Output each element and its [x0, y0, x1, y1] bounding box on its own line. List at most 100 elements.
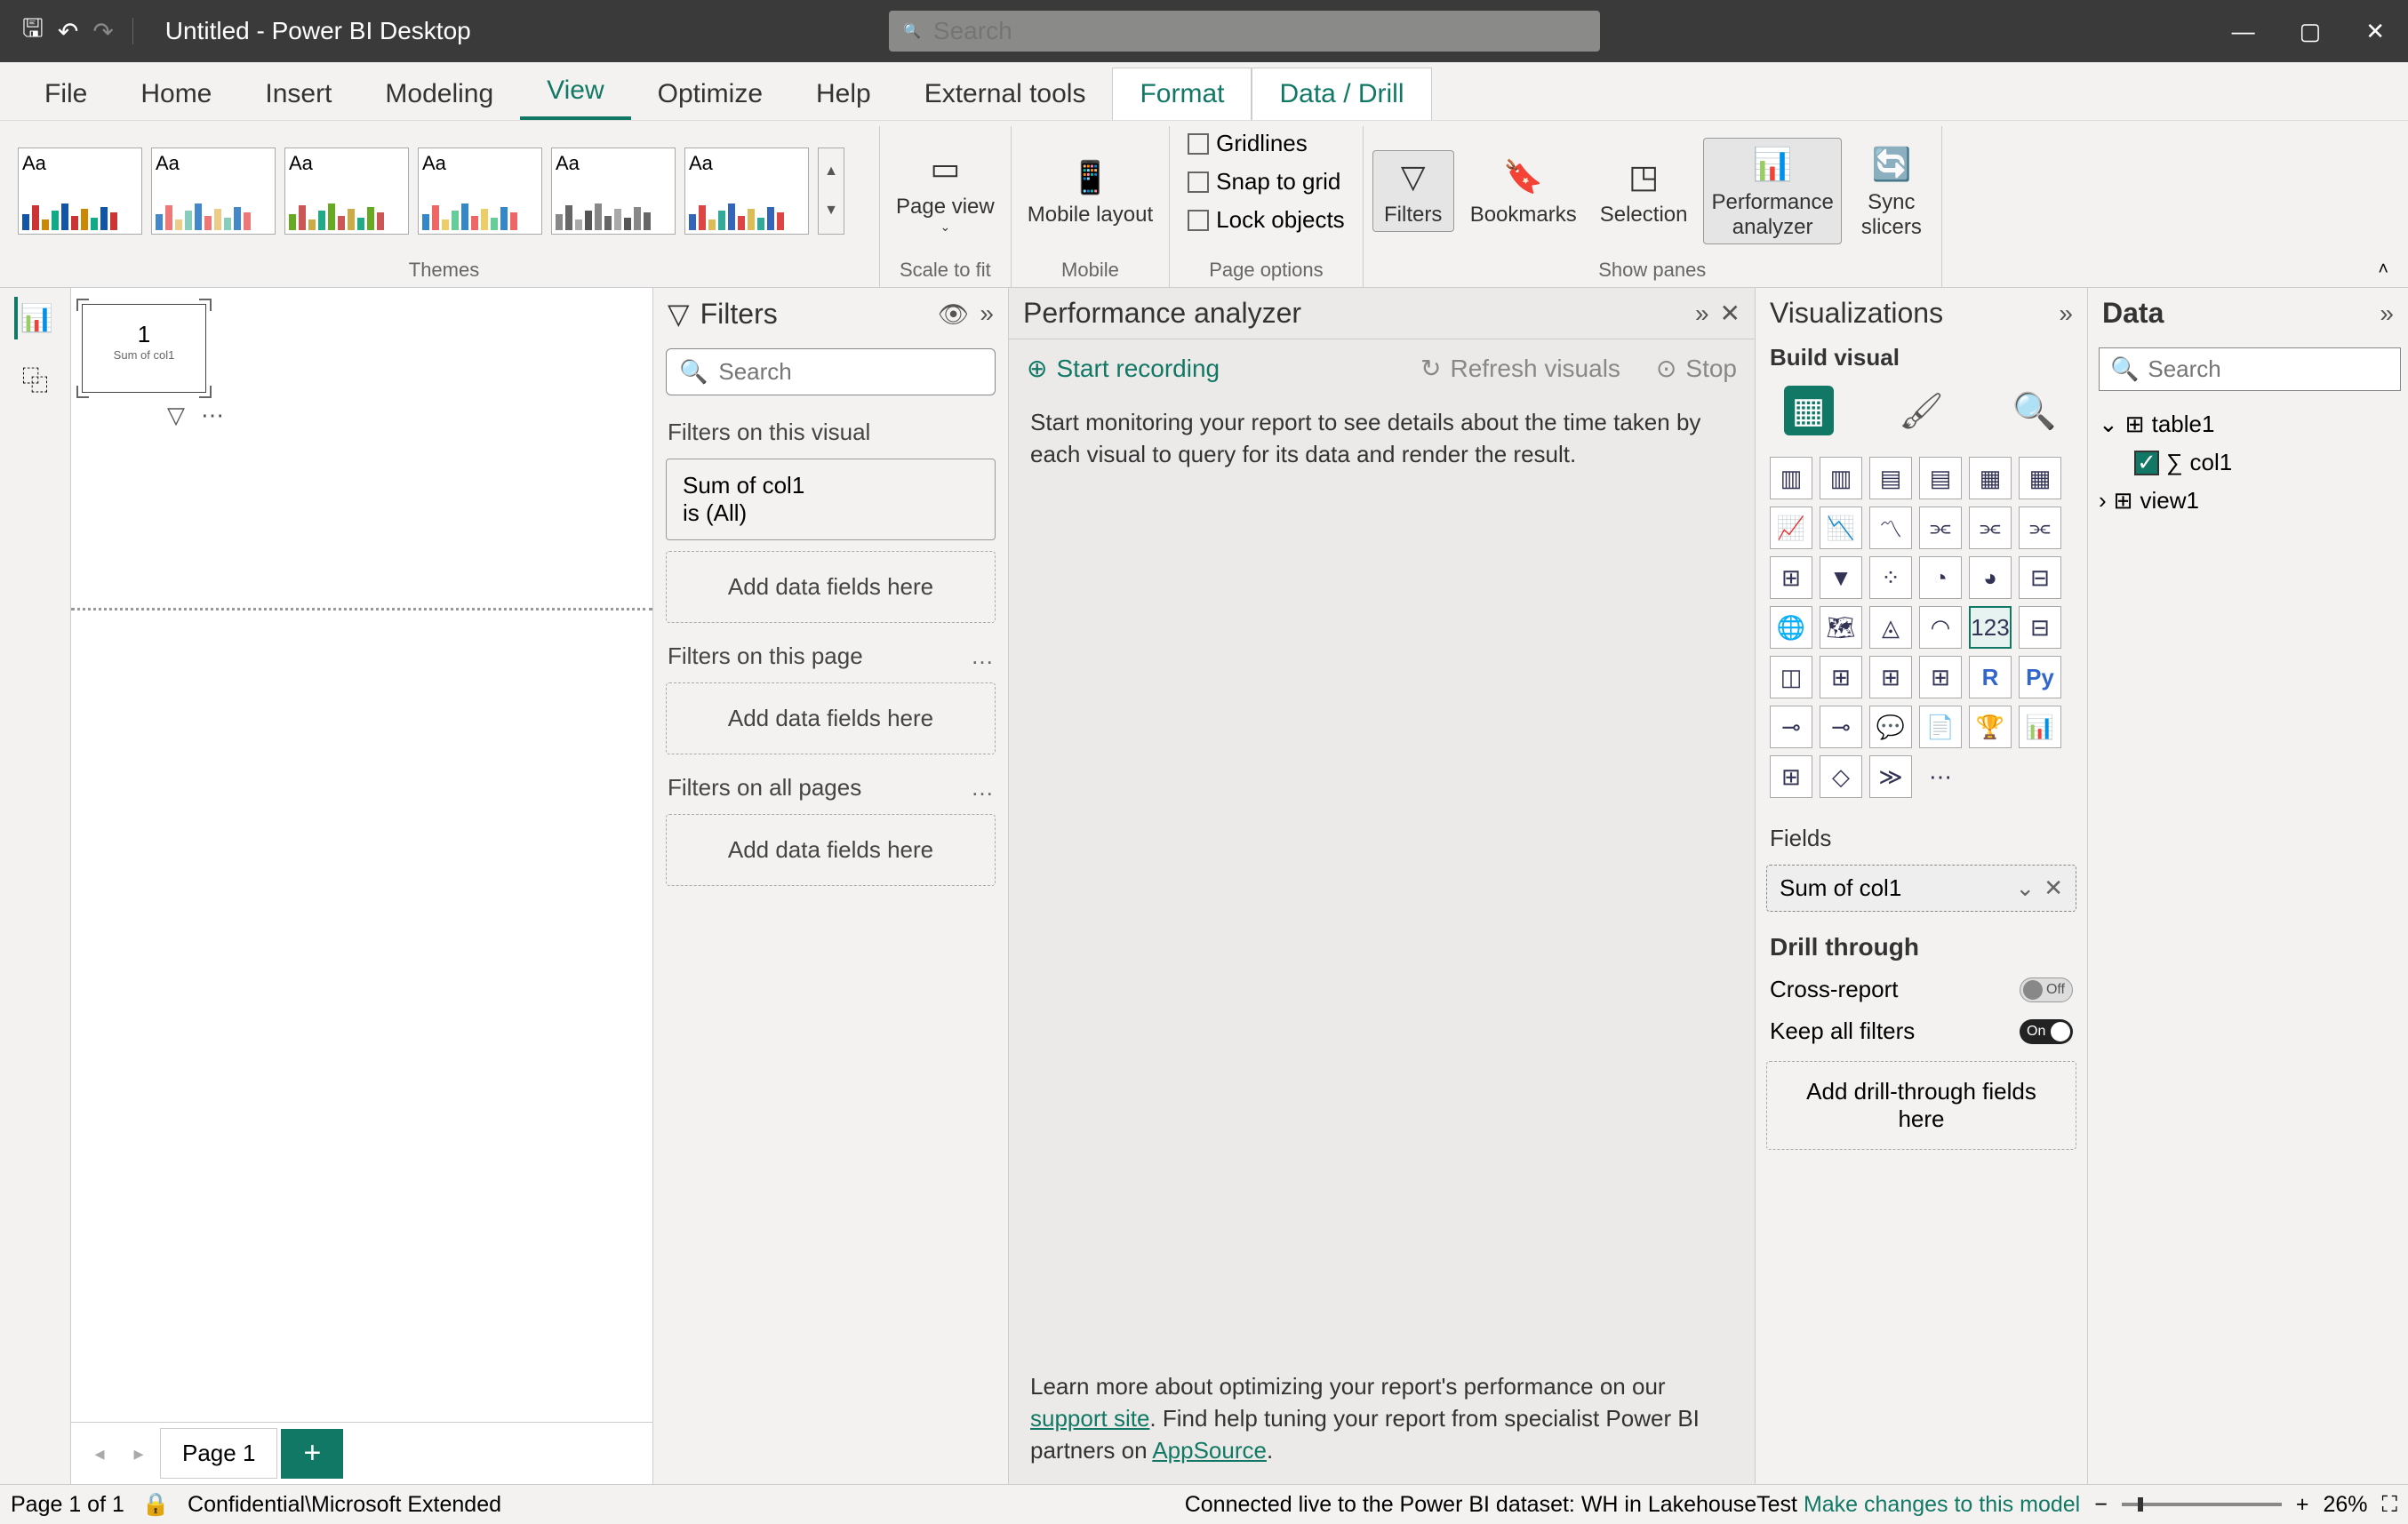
maximize-button[interactable]: ▢	[2300, 18, 2322, 45]
more-icon[interactable]: …	[971, 642, 994, 670]
filters-search-input[interactable]	[718, 358, 982, 386]
viz-type[interactable]: ▤	[1869, 457, 1912, 499]
tab-datadrill[interactable]: Data / Drill	[1252, 68, 1431, 120]
support-link[interactable]: support site	[1030, 1405, 1149, 1432]
title-search[interactable]: 🔍	[889, 11, 1600, 52]
viz-type[interactable]: ⊞	[1770, 755, 1812, 798]
model-view-button[interactable]: ⿻	[14, 357, 57, 400]
viz-type[interactable]: ⫘	[1969, 507, 2012, 549]
viz-type[interactable]: R	[1969, 656, 2012, 698]
collapse-icon[interactable]: »	[980, 299, 994, 328]
zoom-slider[interactable]	[2122, 1503, 2282, 1506]
gridlines-check[interactable]: Gridlines	[1179, 126, 1316, 161]
page-view-button[interactable]: ▭ Page view ⌄	[889, 143, 1002, 238]
appsource-link[interactable]: AppSource	[1152, 1437, 1267, 1464]
report-canvas[interactable]: 1 Sum of col1 ▽ ⋯	[71, 288, 652, 1422]
analytics-mode[interactable]: 🔍	[2010, 386, 2060, 435]
visual-filter-icon[interactable]: ▽	[167, 402, 185, 429]
data-view-node[interactable]: › ⊞ view1	[2095, 482, 2401, 520]
collapse-icon[interactable]: »	[2059, 299, 2073, 328]
data-search-input[interactable]	[2148, 355, 2389, 383]
field-well[interactable]: Sum of col1 ⌄✕	[1766, 865, 2076, 912]
theme-swatch[interactable]: Aa	[684, 148, 809, 235]
viz-type[interactable]: ◕	[1969, 556, 2012, 599]
viz-type[interactable]: ⊞	[1820, 656, 1862, 698]
viz-type[interactable]: ▤	[1919, 457, 1962, 499]
fit-page-icon[interactable]: ⛶	[2381, 1492, 2397, 1518]
format-mode[interactable]: 🖌	[1897, 386, 1947, 435]
selection-pane-button[interactable]: ◳Selection	[1593, 151, 1695, 231]
tab-external[interactable]: External tools	[898, 68, 1113, 120]
viz-type[interactable]: ▥	[1820, 457, 1862, 499]
viz-type[interactable]: ⊞	[1770, 556, 1812, 599]
themes-dropdown[interactable]: ▲▼	[818, 148, 844, 235]
tab-view[interactable]: View	[520, 65, 630, 120]
more-icon[interactable]: …	[971, 774, 994, 802]
performance-analyzer-button[interactable]: 📊Performanceanalyzer	[1703, 138, 1841, 244]
viz-more[interactable]: ⋯	[1919, 755, 1962, 798]
data-column-node[interactable]: ✓ ∑ col1	[2095, 443, 2401, 482]
collapse-icon[interactable]: »	[1695, 299, 1709, 328]
viz-type[interactable]: ▦	[1969, 457, 2012, 499]
redo-icon[interactable]: ↷	[92, 17, 113, 46]
viz-type[interactable]: ⊞	[1869, 656, 1912, 698]
close-icon[interactable]: ✕	[1720, 299, 1740, 328]
filter-drop-visual[interactable]: Add data fields here	[666, 551, 996, 623]
collapse-icon[interactable]: »	[2380, 299, 2394, 328]
remove-field-icon[interactable]: ✕	[2044, 874, 2063, 902]
minimize-button[interactable]: ―	[2232, 18, 2255, 45]
sync-slicers-button[interactable]: 🔄Syncslicers	[1851, 139, 1932, 243]
mobile-layout-button[interactable]: 📱 Mobile layout	[1020, 152, 1160, 230]
chevron-down-icon[interactable]: ⌄	[2015, 874, 2035, 902]
start-recording-button[interactable]: ⊕Start recording	[1027, 354, 1220, 383]
viz-type[interactable]: ⊸	[1770, 706, 1812, 748]
viz-type[interactable]: ⊞	[1919, 656, 1962, 698]
viz-type[interactable]: 🏆	[1969, 706, 2012, 748]
bookmarks-pane-button[interactable]: 🔖Bookmarks	[1463, 151, 1584, 231]
data-search[interactable]: 🔍	[2099, 347, 2401, 391]
viz-type[interactable]: 🌐	[1770, 606, 1812, 649]
snap-check[interactable]: Snap to grid	[1179, 164, 1349, 199]
save-icon[interactable]: 🖫	[22, 10, 44, 52]
page-tab[interactable]: Page 1	[160, 1428, 277, 1479]
viz-type[interactable]: ◬	[1869, 606, 1912, 649]
tab-format[interactable]: Format	[1112, 68, 1252, 120]
build-mode[interactable]: ▦	[1784, 386, 1834, 435]
report-view-button[interactable]: 📊	[14, 297, 57, 339]
viz-type[interactable]: 📈	[1770, 507, 1812, 549]
visual-more-icon[interactable]: ⋯	[201, 402, 224, 429]
tab-modeling[interactable]: Modeling	[358, 68, 520, 120]
viz-type[interactable]: ⫘	[2019, 507, 2061, 549]
viz-type[interactable]: ◠	[1919, 606, 1962, 649]
viz-type[interactable]: ▦	[2019, 457, 2061, 499]
viz-type[interactable]: 🗺	[1820, 606, 1862, 649]
viz-type[interactable]: ▥	[1770, 457, 1812, 499]
viz-type-card[interactable]: 123	[1969, 606, 2012, 649]
theme-swatch[interactable]: Aa	[418, 148, 542, 235]
viz-type[interactable]: ⁘	[1869, 556, 1912, 599]
viz-type[interactable]: 📉	[1820, 507, 1862, 549]
page-prev[interactable]: ◂	[82, 1442, 117, 1465]
viz-type[interactable]: 📄	[1919, 706, 1962, 748]
close-button[interactable]: ✕	[2365, 18, 2385, 45]
viz-type[interactable]: 💬	[1869, 706, 1912, 748]
keep-filters-toggle[interactable]: On	[2020, 1019, 2073, 1044]
tab-optimize[interactable]: Optimize	[631, 68, 789, 120]
viz-type[interactable]: ⫘	[1919, 507, 1962, 549]
viz-type[interactable]: ◔	[1919, 556, 1962, 599]
lock-check[interactable]: Lock objects	[1179, 203, 1354, 237]
theme-swatch[interactable]: Aa	[151, 148, 276, 235]
viz-type[interactable]: ◇	[1820, 755, 1862, 798]
data-table-node[interactable]: ⌄ ⊞ table1	[2095, 405, 2401, 443]
page-next[interactable]: ▸	[121, 1442, 156, 1465]
theme-swatch[interactable]: Aa	[284, 148, 409, 235]
filter-card[interactable]: Sum of col1 is (All)	[666, 459, 996, 540]
viz-type[interactable]: 📊	[2019, 706, 2061, 748]
theme-swatch[interactable]: Aa	[551, 148, 676, 235]
eye-icon[interactable]: 👁	[938, 299, 970, 329]
drill-drop[interactable]: Add drill-through fields here	[1766, 1061, 2076, 1150]
viz-type[interactable]: ≫	[1869, 755, 1912, 798]
zoom-in[interactable]: +	[2296, 1492, 2309, 1518]
viz-type[interactable]: ⊟	[2019, 556, 2061, 599]
cross-report-toggle[interactable]: Off	[2020, 977, 2073, 1002]
